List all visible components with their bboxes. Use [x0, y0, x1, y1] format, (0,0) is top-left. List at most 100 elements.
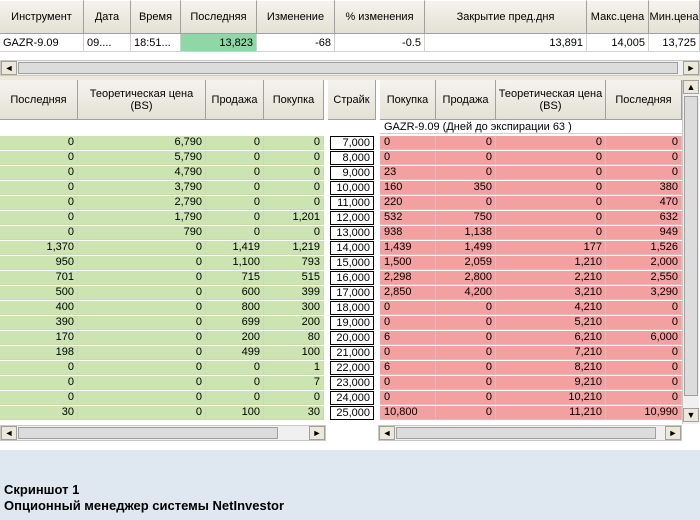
scroll-right-icon[interactable]: ►	[665, 426, 681, 440]
put-row[interactable]: 0000	[380, 136, 682, 150]
right-column-header[interactable]: Теоретическая цена (BS)	[496, 80, 606, 120]
strike-cell[interactable]: 22,000	[330, 361, 374, 375]
put-row[interactable]: 6 0 8,210 0	[380, 361, 682, 375]
strike-cell[interactable]: 20,000	[330, 331, 374, 345]
call-row[interactable]: 0 5,790 0 0	[0, 151, 324, 165]
put-row[interactable]: 0 0 7,210 0	[380, 346, 682, 360]
quote-column-header[interactable]: Дата	[84, 0, 131, 34]
call-row[interactable]: 0000	[0, 391, 324, 405]
call-row[interactable]: 170 0 200 80	[0, 331, 324, 345]
scroll-thumb[interactable]	[396, 427, 656, 439]
call-row[interactable]: 0 790 0 0	[0, 226, 324, 240]
call-row[interactable]: 0001	[0, 361, 324, 375]
put-cell: 1,210	[496, 256, 606, 270]
left-column-header[interactable]: Продажа	[206, 80, 264, 120]
scroll-left-icon[interactable]: ◄	[379, 426, 395, 440]
put-row[interactable]: 220 0 0 470	[380, 196, 682, 210]
right-horizontal-scrollbar[interactable]: ◄ ►	[378, 425, 682, 441]
call-row[interactable]: 0 4,790 0 0	[0, 166, 324, 180]
strike-cell[interactable]: 21,000	[330, 346, 374, 360]
strike-cell[interactable]: 25,000	[330, 406, 374, 420]
strike-cell[interactable]: 24,000	[330, 391, 374, 405]
put-row[interactable]: 160 350 0 380	[380, 181, 682, 195]
scroll-left-icon[interactable]: ◄	[1, 426, 17, 440]
scroll-thumb[interactable]	[18, 427, 278, 439]
call-row[interactable]: 0007	[0, 376, 324, 390]
right-column-header[interactable]: Продажа	[436, 80, 496, 120]
strike-column-header[interactable]: Страйк	[328, 80, 376, 120]
call-row[interactable]: 1,370 0 1,419 1,219	[0, 241, 324, 255]
quote-column-header[interactable]: Закрытие пред.дня	[425, 0, 587, 34]
strike-cell[interactable]: 11,000	[330, 196, 374, 210]
put-cell: 0	[436, 151, 496, 165]
strike-cell[interactable]: 10,000	[330, 181, 374, 195]
put-row[interactable]: 23 0 0 0	[380, 166, 682, 180]
quote-column-header[interactable]: Макс.цена	[587, 0, 649, 34]
strike-cell[interactable]: 13,000	[330, 226, 374, 240]
put-row[interactable]: 2,850 4,200 3,210 3,290	[380, 286, 682, 300]
quote-column-header[interactable]: Изменение	[257, 0, 335, 34]
vertical-scroll-thumb[interactable]	[684, 96, 698, 396]
call-row[interactable]: 0 1,790 0 1,201	[0, 211, 324, 225]
call-row[interactable]: 500 0 600 399	[0, 286, 324, 300]
strike-cell[interactable]: 8,000	[330, 151, 374, 165]
left-column-header[interactable]: Покупка	[264, 80, 324, 120]
call-row[interactable]: 950 0 1,100 793	[0, 256, 324, 270]
scroll-up-icon[interactable]: ▲	[683, 80, 699, 94]
put-row[interactable]: 0 0 4,210 0	[380, 301, 682, 315]
quote-column-header[interactable]: Мин.цена	[649, 0, 700, 34]
put-row[interactable]: 2,298 2,800 2,210 2,550	[380, 271, 682, 285]
put-cell: 0	[606, 346, 682, 360]
put-cell: 470	[606, 196, 682, 210]
right-column-header[interactable]: Последняя	[606, 80, 682, 120]
left-column-header[interactable]: Последняя	[0, 80, 78, 120]
call-row[interactable]: 30 0 100 30	[0, 406, 324, 420]
quote-horizontal-scrollbar[interactable]: ◄ ►	[0, 60, 700, 76]
strike-cell[interactable]: 16,000	[330, 271, 374, 285]
put-row[interactable]: 938 1,138 0 949	[380, 226, 682, 240]
put-row[interactable]: 6 0 6,210 6,000	[380, 331, 682, 345]
quote-column-header[interactable]: Время	[131, 0, 181, 34]
put-row[interactable]: 0 0 5,210 0	[380, 316, 682, 330]
strike-cell[interactable]: 23,000	[330, 376, 374, 390]
put-row[interactable]: 0000	[380, 151, 682, 165]
right-column-header[interactable]: Покупка	[380, 80, 436, 120]
strike-cell[interactable]: 17,000	[330, 286, 374, 300]
scroll-thumb[interactable]	[18, 62, 678, 74]
quote-column-header[interactable]: Последняя	[181, 0, 257, 34]
put-row[interactable]: 0 0 9,210 0	[380, 376, 682, 390]
scroll-left-icon[interactable]: ◄	[1, 61, 17, 75]
put-row[interactable]: 532 750 0 632	[380, 211, 682, 225]
put-row[interactable]: 1,500 2,059 1,210 2,000	[380, 256, 682, 270]
call-row[interactable]: 701 0 715 515	[0, 271, 324, 285]
strike-cell[interactable]: 14,000	[330, 241, 374, 255]
call-row[interactable]: 0 2,790 0 0	[0, 196, 324, 210]
put-row[interactable]: 0 0 10,210 0	[380, 391, 682, 405]
left-horizontal-scrollbar[interactable]: ◄ ►	[0, 425, 326, 441]
call-cell: 950	[0, 256, 78, 270]
left-column-header[interactable]: Теоретическая цена (BS)	[78, 80, 206, 120]
call-row[interactable]: 0 6,790 0 0	[0, 136, 324, 150]
scroll-right-icon[interactable]: ►	[309, 426, 325, 440]
call-row[interactable]: 400 0 800 300	[0, 301, 324, 315]
strike-cell[interactable]: 19,000	[330, 316, 374, 330]
call-cell: 600	[206, 286, 264, 300]
strike-cell[interactable]: 12,000	[330, 211, 374, 225]
strike-cell[interactable]: 7,000	[330, 136, 374, 150]
put-row[interactable]: 10,800 0 11,210 10,990	[380, 406, 682, 420]
strike-cell[interactable]: 9,000	[330, 166, 374, 180]
desk-vertical-scrollbar[interactable]: ▲ ▼	[682, 80, 699, 424]
scroll-down-icon[interactable]: ▼	[683, 408, 699, 422]
call-row[interactable]: 390 0 699 200	[0, 316, 324, 330]
quote-table-row[interactable]: GAZR-9.09 09.... 18:51... 13,823 -68 -0.5 13,8…	[0, 34, 700, 52]
scroll-right-icon[interactable]: ►	[683, 61, 699, 75]
caption-title: Скриншот 1	[4, 482, 80, 497]
quote-column-header[interactable]: Инструмент	[0, 0, 84, 34]
quote-column-header[interactable]: % изменения	[335, 0, 425, 34]
strike-cell[interactable]: 15,000	[330, 256, 374, 270]
put-cell: 0	[436, 331, 496, 345]
put-row[interactable]: 1,439 1,499 177 1,526	[380, 241, 682, 255]
call-row[interactable]: 198 0 499 100	[0, 346, 324, 360]
strike-cell[interactable]: 18,000	[330, 301, 374, 315]
call-row[interactable]: 0 3,790 0 0	[0, 181, 324, 195]
